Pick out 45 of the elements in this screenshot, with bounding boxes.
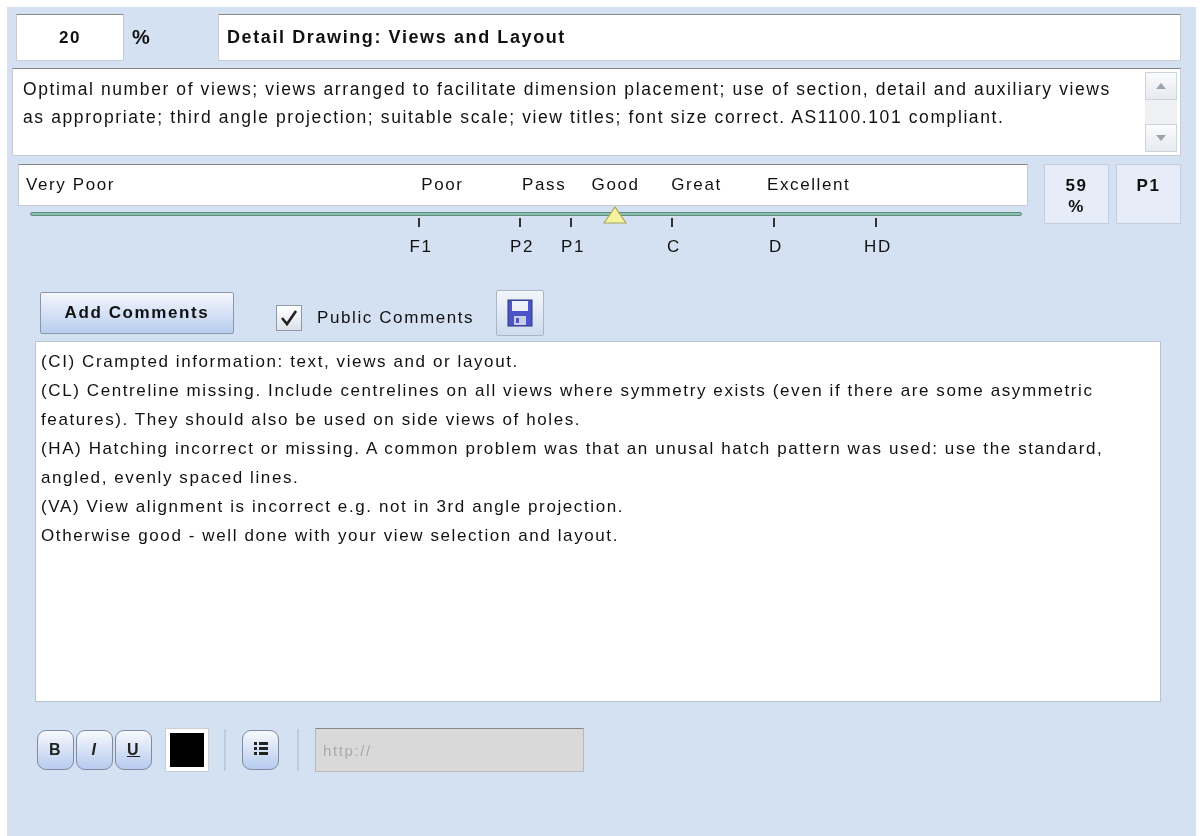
description-text: Optimal number of views; views arranged to facilitate dimension placement; use of section, detail and auxiliary views as appropriate; third angle projection; suitable scale; view titles; font size correct. AS1100.101 compliant.	[22, 78, 1112, 129]
save-button[interactable]	[496, 290, 545, 336]
grade-tick-label: C	[667, 237, 681, 257]
text-color-swatch[interactable]	[166, 729, 208, 771]
grade-box: P1	[1116, 164, 1181, 224]
rating-label: Good	[591, 175, 640, 195]
grade-tick-label: P1	[561, 237, 585, 257]
grade-tick-label: D	[769, 237, 783, 257]
public-comments-checkbox[interactable]	[276, 305, 302, 331]
underline-button[interactable]: U	[115, 730, 152, 770]
tick-mark	[519, 218, 521, 227]
slider-track[interactable]	[30, 212, 1022, 216]
rating-label: Very Poor	[26, 175, 116, 195]
score-box: 59 %	[1044, 164, 1110, 224]
checkmark-icon	[280, 309, 298, 327]
weight-field[interactable]: 20	[16, 14, 124, 61]
comment-line: (CL) Centreline missing. Include centrelines on all views where symmetry exists (even if there are some asymmetric features). They should also be used on side views of holes.	[41, 380, 1095, 431]
criterion-title-field[interactable]: Detail Drawing: Views and Layout	[218, 14, 1181, 61]
checkbox-label: Public Comments	[317, 308, 475, 328]
grade-tick-label: F1	[409, 237, 433, 257]
rating-label: Poor	[421, 175, 464, 195]
bold-button[interactable]: B	[37, 730, 74, 770]
tick-mark	[875, 218, 877, 227]
comment-line: (CI) Crampted information: text, views and or layout.	[41, 351, 520, 373]
down-arrow-icon	[1156, 135, 1166, 141]
rating-label: Pass	[522, 175, 567, 195]
bullet-list-button[interactable]	[242, 730, 279, 770]
comment-line: (HA) Hatching incorrect or missing. A common problem was that an unusal hatch pattern was used: use the standard, angled, evenly spaced lines.	[41, 438, 1105, 489]
tick-mark	[773, 218, 775, 227]
tick-mark	[570, 218, 572, 227]
tick-mark	[671, 218, 673, 227]
comment-line: Otherwise good - well done with your view selection and layout.	[41, 525, 620, 547]
rating-label: Great	[671, 175, 722, 195]
comments-editor[interactable]	[35, 341, 1161, 702]
italic-button[interactable]: I	[76, 730, 113, 770]
rating-label: Excellent	[767, 175, 851, 195]
percent-unit: %	[132, 26, 153, 49]
list-icon	[252, 740, 269, 756]
tick-mark	[418, 218, 420, 227]
comment-line: (VA) View alignment is incorrect e.g. not in 3rd angle projection.	[41, 496, 626, 518]
add-comments-button[interactable]: Add Comments	[40, 292, 234, 334]
up-arrow-icon	[1156, 83, 1166, 89]
description-box[interactable]	[12, 68, 1181, 156]
grade-tick-label: P2	[510, 237, 534, 257]
grade-tick-label: HD	[864, 237, 892, 257]
